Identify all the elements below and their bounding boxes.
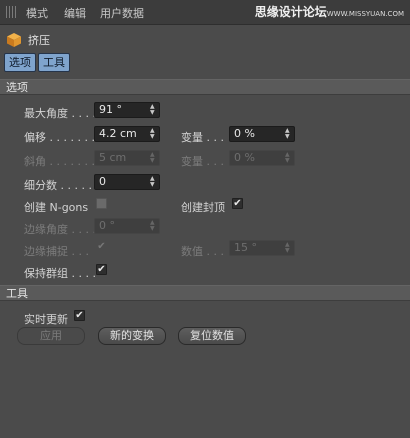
- spinner-icon[interactable]: ▲ ▼: [150, 128, 156, 140]
- menu-edit[interactable]: 编辑: [64, 5, 86, 21]
- grip-icon[interactable]: [6, 6, 18, 18]
- edge-angle-field: 0 ° ▲ ▼: [94, 218, 160, 234]
- subdivision-label: 细分数 . . . . .: [24, 179, 92, 192]
- watermark-sub: WWW.MISSYUAN.COM: [326, 10, 404, 18]
- menu-bar: 模式 编辑 用户数据 思缘设计论坛WWW.MISSYUAN.COM: [0, 0, 410, 25]
- value-field: 15 ° ▲ ▼: [229, 240, 295, 256]
- object-title: 挤压: [28, 34, 50, 47]
- section-header-tools[interactable]: 工具: [0, 285, 410, 301]
- edge-snap-checkbox: ✔: [97, 241, 106, 252]
- reset-values-button[interactable]: 复位数值: [178, 327, 246, 345]
- create-ngons-checkbox[interactable]: [96, 198, 107, 209]
- menu-mode[interactable]: 模式: [26, 5, 48, 21]
- section-header-options[interactable]: 选项: [0, 79, 410, 95]
- object-title-row: 挤压: [6, 30, 50, 50]
- spinner-icon[interactable]: ▲ ▼: [150, 176, 156, 188]
- variance-label: 变量 . . .: [181, 131, 224, 144]
- max-angle-label: 最大角度 . . . .: [24, 107, 96, 120]
- tab-bar: 选项 工具: [4, 53, 70, 72]
- create-caps-checkbox[interactable]: ✔: [232, 198, 243, 209]
- spinner-icon: ▲ ▼: [285, 241, 290, 254]
- create-ngons-label: 创建 N-gons: [24, 201, 89, 214]
- spinner-icon[interactable]: ▲ ▼: [285, 128, 291, 140]
- bevel-variance-field: 0 % ▲ ▼: [229, 150, 295, 166]
- watermark-main: 思缘设计论坛: [254, 5, 327, 19]
- extrude-cube-icon: [7, 33, 21, 47]
- spinner-icon: ▲ ▼: [150, 219, 155, 232]
- value-label: 数值 . . .: [181, 245, 224, 258]
- apply-button[interactable]: 应用: [17, 327, 85, 345]
- edge-snap-label: 边缘捕捉 . . .: [24, 245, 89, 258]
- spinner-icon: ▲ ▼: [150, 151, 155, 164]
- realtime-update-label: 实时更新: [24, 313, 68, 326]
- tab-tools[interactable]: 工具: [38, 53, 70, 72]
- edge-angle-label: 边缘角度 . . . .: [24, 223, 96, 236]
- new-transform-button[interactable]: 新的变换: [98, 327, 166, 345]
- spinner-icon: ▲ ▼: [285, 151, 290, 164]
- watermark: 思缘设计论坛WWW.MISSYUAN.COM: [255, 3, 404, 20]
- bevel-variance-label: 变量 . . .: [181, 155, 224, 168]
- menu-user-data[interactable]: 用户数据: [100, 5, 144, 21]
- create-caps-label: 创建封顶: [181, 201, 225, 214]
- spinner-icon[interactable]: ▲ ▼: [150, 104, 156, 116]
- bevel-field: 5 cm ▲ ▼: [94, 150, 160, 166]
- keep-groups-label: 保持群组 . . . .: [24, 267, 96, 280]
- tab-options[interactable]: 选项: [4, 53, 36, 72]
- keep-groups-checkbox[interactable]: ✔: [96, 264, 107, 275]
- realtime-update-checkbox[interactable]: ✔: [74, 310, 85, 321]
- offset-field[interactable]: 4.2 cm ▲ ▼: [94, 126, 160, 142]
- variance-field[interactable]: 0 % ▲ ▼: [229, 126, 295, 142]
- max-angle-field[interactable]: 91 ° ▲ ▼: [94, 102, 160, 118]
- subdivision-field[interactable]: 0 ▲ ▼: [94, 174, 160, 190]
